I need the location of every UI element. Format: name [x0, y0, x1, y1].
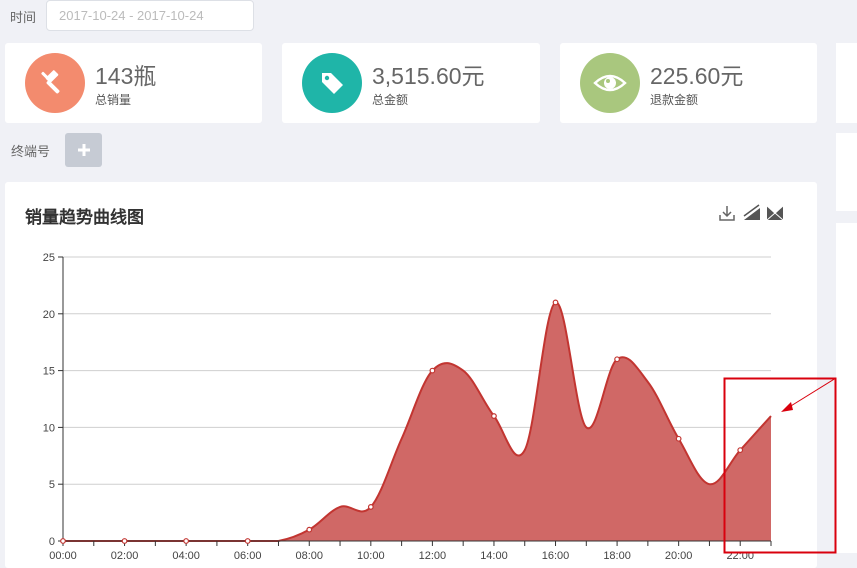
- annotation-arrow: [785, 377, 837, 410]
- arrow-head: [781, 402, 793, 412]
- highlight-box: [723, 377, 837, 554]
- annotation-overlay: [723, 377, 837, 554]
